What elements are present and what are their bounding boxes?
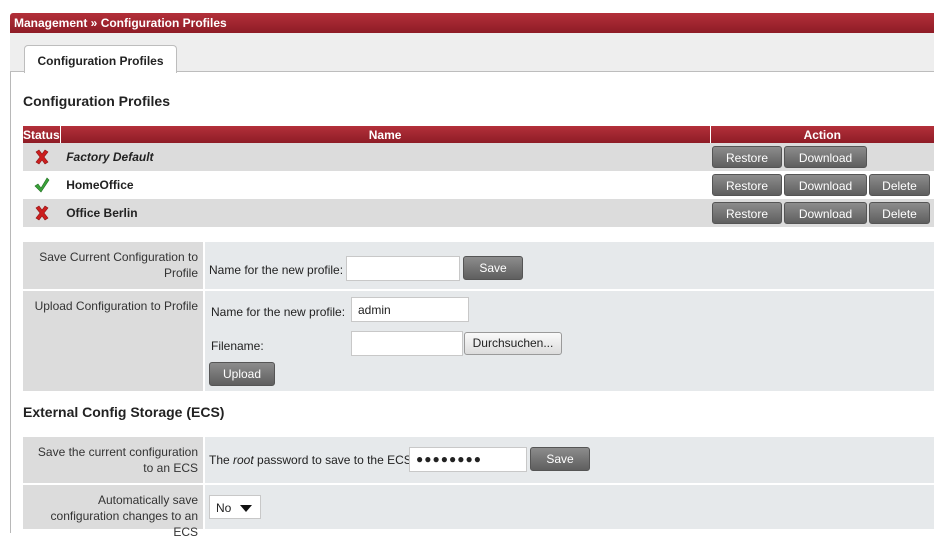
column-header-status: Status [23, 126, 61, 143]
column-header-action: Action [710, 126, 934, 143]
profile-name: Office Berlin [60, 199, 710, 227]
new-profile-name-input[interactable] [346, 256, 460, 281]
ecs-auto-selected-value: No [216, 501, 232, 515]
browse-button[interactable]: Durchsuchen... [464, 332, 562, 355]
table-row: Factory Default Restore Download [23, 143, 934, 171]
section-title-ecs: External Config Storage (ECS) [23, 404, 225, 420]
upload-body: Name for the new profile: admin Filename… [205, 291, 934, 391]
root-password-label: The root password to save to the ECS: [209, 453, 416, 467]
tab-configuration-profiles[interactable]: Configuration Profiles [24, 45, 177, 73]
table-row: Office Berlin Restore Download Delete [23, 199, 934, 227]
profiles-table: Status Name Action Factory Default Resto… [23, 126, 934, 227]
upload-name-label: Name for the new profile: [211, 305, 346, 319]
save-current-label: Save Current Configuration to Profile [23, 242, 203, 289]
ecs-save-button[interactable]: Save [530, 447, 590, 471]
upload-button[interactable]: Upload [209, 362, 275, 386]
ecs-auto-label: Automatically save configuration changes… [23, 485, 203, 539]
status-cell [23, 143, 61, 171]
save-profile-button[interactable]: Save [463, 256, 523, 280]
delete-button[interactable]: Delete [869, 174, 930, 196]
check-icon [34, 177, 49, 193]
save-current-row: Save Current Configuration to Profile Na… [23, 242, 934, 289]
action-cell: Restore Download Delete [710, 199, 934, 227]
filename-label: Filename: [211, 339, 264, 353]
x-icon [35, 205, 49, 221]
action-cell: Restore Download [710, 143, 934, 171]
action-cell: Restore Download Delete [710, 171, 934, 199]
table-row: HomeOffice Restore Download Delete [23, 171, 934, 199]
restore-button[interactable]: Restore [712, 174, 782, 196]
table-header-row: Status Name Action [23, 126, 934, 143]
profile-name: HomeOffice [60, 171, 710, 199]
tab-strip: Configuration Profiles [10, 33, 934, 73]
filename-input[interactable] [351, 331, 463, 356]
ecs-save-body: The root password to save to the ECS: ●●… [205, 437, 934, 483]
new-profile-name-label: Name for the new profile: [209, 263, 344, 277]
upload-name-input[interactable]: admin [351, 297, 469, 322]
status-cell [23, 171, 61, 199]
ecs-auto-row: Automatically save configuration changes… [23, 485, 934, 539]
download-button[interactable]: Download [784, 174, 867, 196]
profile-name: Factory Default [60, 143, 710, 171]
breadcrumb: Management » Configuration Profiles [10, 13, 934, 33]
restore-button[interactable]: Restore [712, 146, 782, 168]
ecs-auto-select[interactable]: No [209, 495, 261, 519]
upload-label: Upload Configuration to Profile [23, 291, 203, 391]
ecs-auto-body: No [205, 485, 934, 529]
column-header-name: Name [60, 126, 711, 143]
root-password-input[interactable]: ●●●●●●●● [409, 447, 527, 472]
upload-row: Upload Configuration to Profile Name for… [23, 291, 934, 391]
x-icon [35, 149, 49, 165]
delete-button[interactable]: Delete [869, 202, 930, 224]
ecs-save-row: Save the current configuration to an ECS… [23, 437, 934, 483]
download-button[interactable]: Download [784, 146, 867, 168]
save-current-body: Name for the new profile: Save [205, 242, 934, 289]
ecs-form: Save the current configuration to an ECS… [23, 437, 934, 539]
download-button[interactable]: Download [784, 202, 867, 224]
status-cell [23, 199, 61, 227]
section-title-profiles: Configuration Profiles [23, 93, 170, 109]
ecs-save-label: Save the current configuration to an ECS [23, 437, 203, 483]
chevron-down-icon [240, 505, 252, 512]
restore-button[interactable]: Restore [712, 202, 782, 224]
profile-form: Save Current Configuration to Profile Na… [23, 242, 934, 393]
